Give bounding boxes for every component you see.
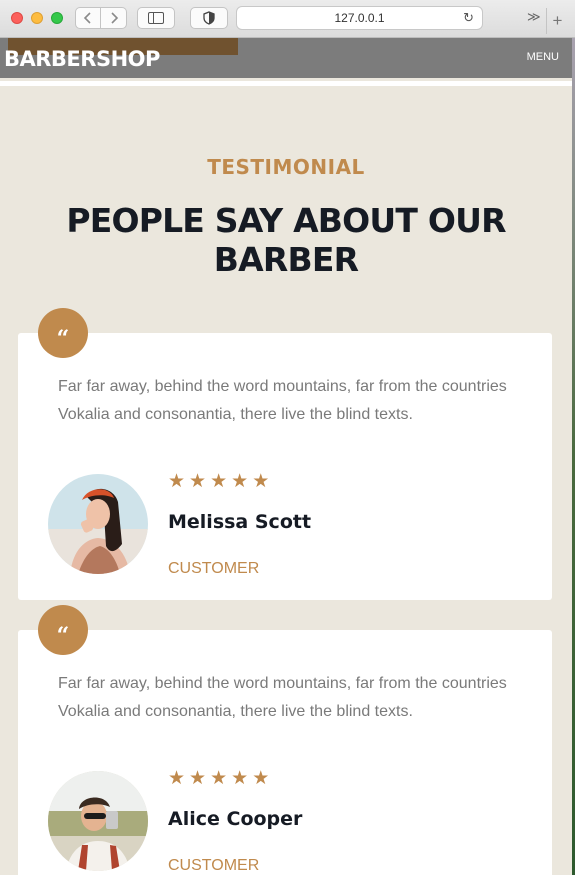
avatar (48, 474, 148, 574)
star-icon: ★ (252, 768, 270, 789)
brand-logo-link[interactable]: BARBERSHOP (4, 47, 160, 71)
star-icon: ★ (210, 471, 228, 492)
plus-icon[interactable]: + (546, 8, 568, 34)
customer-name: Melissa Scott (168, 511, 312, 533)
shield-icon (203, 11, 215, 25)
testimonial-text: Far far away, behind the word mountains,… (58, 675, 507, 720)
star-icon: ★ (231, 471, 249, 492)
navbar-divider (0, 81, 572, 86)
star-icon: ★ (189, 768, 207, 789)
close-window-button[interactable] (11, 12, 23, 24)
customer-role: CUSTOMER (168, 560, 260, 577)
privacy-report-button[interactable] (190, 7, 228, 29)
star-icon: ★ (189, 471, 207, 492)
testimonial-card: “ Far far away, behind the word mountain… (18, 605, 552, 875)
menu-toggle-button[interactable]: MENU (527, 51, 559, 63)
section-subtitle: TESTIMONIAL (207, 155, 365, 179)
quote-icon: “ (38, 308, 88, 358)
back-button[interactable] (75, 7, 101, 29)
star-icon: ★ (231, 768, 249, 789)
section-title: PEOPLE SAY ABOUT OUR BARBER (66, 201, 506, 279)
back-icon (83, 12, 91, 24)
webpage: BARBERSHOP MENU TESTIMONIAL PEOPLE SAY A… (0, 38, 572, 875)
testimonial-card: “ Far far away, behind the word mountain… (18, 308, 552, 600)
browser-toolbar: 127.0.0.1 ↻ ≫ + (0, 0, 575, 38)
sidebar-icon (148, 12, 164, 24)
forward-button[interactable] (101, 7, 127, 29)
star-icon: ★ (252, 471, 270, 492)
testimonial-text: Far far away, behind the word mountains,… (58, 378, 507, 423)
reload-icon[interactable]: ↻ (463, 10, 474, 26)
rating-stars: ★ ★ ★ ★ ★ (168, 472, 269, 492)
address-bar[interactable]: 127.0.0.1 ↻ (236, 6, 483, 30)
star-icon: ★ (168, 768, 186, 789)
star-icon: ★ (168, 471, 186, 492)
site-navbar: BARBERSHOP MENU (0, 38, 572, 78)
quote-icon: “ (38, 605, 88, 655)
more-icon[interactable]: ≫ (527, 9, 541, 25)
avatar (48, 771, 148, 871)
zoom-window-button[interactable] (51, 12, 63, 24)
sidebar-toggle-button[interactable] (137, 7, 175, 29)
minimize-window-button[interactable] (31, 12, 43, 24)
url-text: 127.0.0.1 (334, 11, 385, 25)
rating-stars: ★ ★ ★ ★ ★ (168, 769, 269, 789)
star-icon: ★ (210, 768, 228, 789)
customer-role: CUSTOMER (168, 857, 260, 874)
customer-name: Alice Cooper (168, 808, 303, 830)
forward-icon (110, 12, 118, 24)
